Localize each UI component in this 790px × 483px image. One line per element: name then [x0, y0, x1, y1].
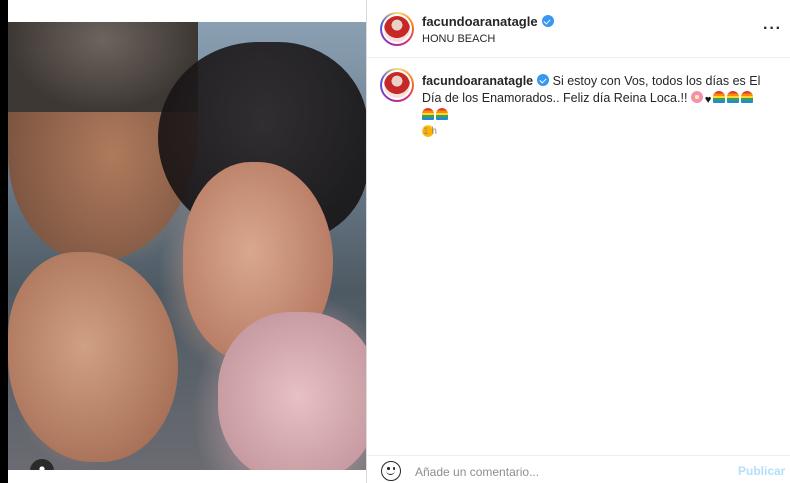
post-caption: facundoaranatagle Si estoy con Vos, todo… — [422, 73, 767, 141]
verified-badge-icon — [537, 74, 550, 86]
avatar[interactable] — [380, 12, 414, 46]
panel-divider — [366, 0, 367, 483]
photo-pink-jacket — [218, 312, 366, 470]
user-tag-icon[interactable] — [30, 459, 54, 470]
modal-backdrop-edge — [0, 0, 8, 483]
post-username-label[interactable]: facundoaranatagle — [422, 14, 538, 29]
publish-button[interactable]: Publicar — [738, 464, 785, 478]
post-username[interactable]: facundoaranatagle — [422, 14, 554, 29]
post-timestamp[interactable]: 1 h — [423, 126, 437, 137]
verified-badge-icon — [541, 15, 554, 27]
flower-emoji-icon — [690, 91, 703, 103]
post-header — [367, 0, 790, 58]
comment-input[interactable] — [415, 463, 715, 481]
post-location[interactable]: HONU BEACH — [422, 33, 495, 45]
caption-avatar[interactable] — [380, 68, 414, 102]
post-photo[interactable] — [8, 22, 366, 470]
more-options-icon[interactable]: ··· — [763, 20, 782, 38]
rainbow-emoji-icon — [727, 91, 740, 103]
post-modal: facundoaranatagle HONU BEACH ··· facundo… — [0, 0, 790, 483]
heart-emoji-icon: ♥ — [704, 94, 712, 106]
caption-username[interactable]: facundoaranatagle — [422, 74, 533, 88]
rainbow-emoji-icon — [713, 91, 726, 103]
photo-hand — [8, 252, 178, 462]
rainbow-emoji-icon — [422, 108, 434, 120]
rainbow-emoji-icon — [741, 91, 754, 103]
rainbow-emoji-icon — [436, 108, 448, 120]
smile-emoji-icon[interactable] — [381, 461, 401, 481]
